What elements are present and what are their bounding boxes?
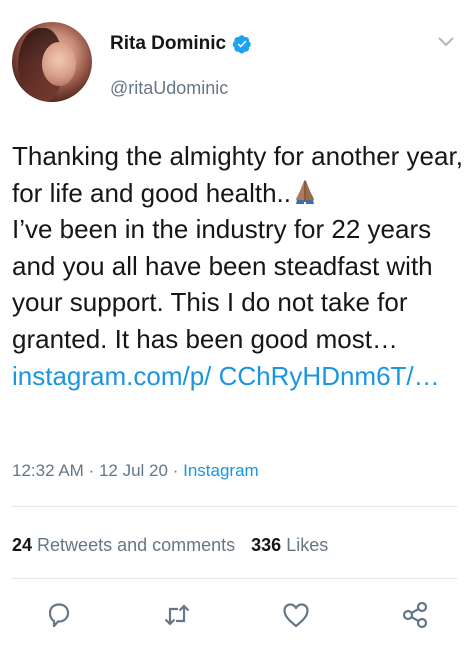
tweet-text: Thanking the almighty for another year, … bbox=[12, 138, 467, 394]
tweet-meta: 12:32 AM · 12 Jul 20 · Instagram bbox=[12, 461, 259, 481]
retweets-stat[interactable]: 24 Retweets and comments bbox=[12, 535, 235, 555]
folded-hands-emoji bbox=[295, 179, 314, 204]
retweets-count: 24 bbox=[12, 535, 33, 555]
heart-icon bbox=[283, 603, 309, 628]
divider bbox=[12, 578, 458, 579]
tweet-time[interactable]: 12:32 AM bbox=[12, 461, 84, 480]
verified-badge-icon bbox=[232, 35, 251, 54]
tweet-card: Rita Dominic @ritaUdominic Thanking the … bbox=[0, 0, 476, 656]
likes-stat[interactable]: 336 Likes bbox=[251, 535, 328, 555]
author-row: Rita Dominic bbox=[110, 33, 252, 55]
likes-label: Likes bbox=[286, 535, 329, 555]
tweet-date[interactable]: 12 Jul 20 bbox=[99, 461, 168, 480]
tweet-text-line-2: I’ve been in the industry for 22 years a… bbox=[12, 214, 433, 354]
meta-separator: · bbox=[172, 461, 179, 480]
share-button[interactable] bbox=[398, 598, 432, 632]
share-icon bbox=[402, 601, 428, 629]
retweet-button[interactable] bbox=[160, 598, 194, 632]
like-button[interactable] bbox=[279, 598, 313, 632]
author-name[interactable]: Rita Dominic bbox=[110, 33, 226, 55]
avatar-face bbox=[42, 42, 76, 86]
tweet-link[interactable]: instagram.com/p/ CChRyHDnm6T/… bbox=[12, 361, 440, 391]
divider bbox=[12, 506, 458, 507]
avatar[interactable] bbox=[12, 22, 92, 102]
likes-count: 336 bbox=[251, 535, 282, 555]
retweets-label: Retweets and comments bbox=[37, 535, 236, 555]
tweet-text-line-1: Thanking the almighty for another year, … bbox=[12, 141, 463, 208]
action-bar bbox=[0, 598, 476, 644]
author-handle[interactable]: @ritaUdominic bbox=[110, 78, 228, 99]
tweet-source[interactable]: Instagram bbox=[183, 461, 259, 480]
reply-button[interactable] bbox=[42, 598, 76, 632]
tweet-stats: 24 Retweets and comments 336 Likes bbox=[12, 535, 328, 556]
meta-separator: · bbox=[88, 461, 95, 480]
retweet-icon bbox=[164, 604, 190, 626]
chevron-down-icon[interactable] bbox=[437, 36, 455, 48]
reply-icon bbox=[48, 603, 70, 628]
